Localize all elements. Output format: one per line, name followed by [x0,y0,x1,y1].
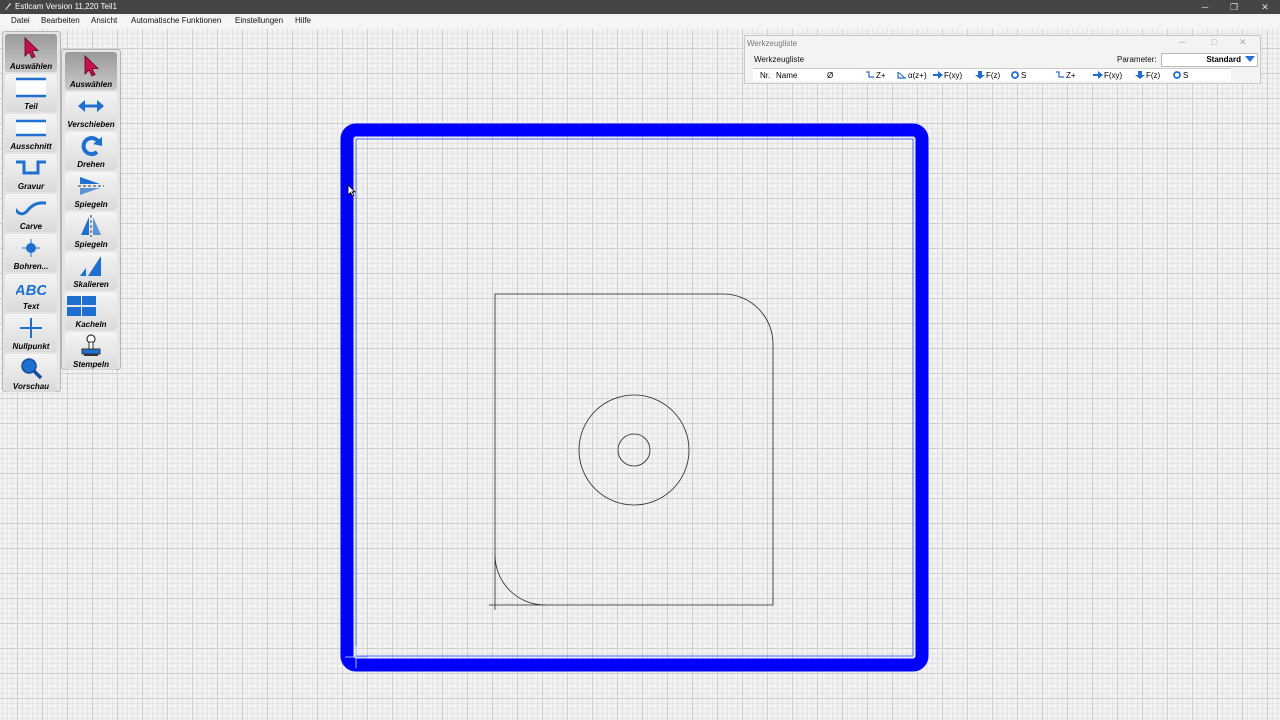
rotate-icon [1010,71,1020,79]
carve-icon [16,201,46,216]
inner-circle [617,433,651,467]
text-abc-icon: ABC [16,282,46,299]
edit-tool-spiegeln-horizontal[interactable]: Spiegeln [65,172,117,210]
arrow-right-icon [933,71,943,79]
column-speed[interactable]: S [1010,71,1026,80]
rotate-icon [1172,71,1182,79]
maximize-button[interactable]: ❐ [1219,0,1249,14]
column-z-plus[interactable]: Z+ [865,71,886,80]
tool-select[interactable]: Auswählen [5,34,57,72]
tool-teil[interactable]: Teil [5,74,57,112]
tool-bohren[interactable]: Bohren... [5,234,57,272]
part-contour [494,293,774,606]
origin-cross-icon [20,318,42,338]
tool-table-header: Nr. Name Ø Z+ α(z+) F(xy) F(z) S Z+ F(xy… [753,68,1231,81]
column-feed-z[interactable]: F(z) [975,71,1000,80]
menu-datei[interactable]: Datei [11,16,30,26]
arrow-down-icon [975,71,985,79]
menu-automatische-funktionen[interactable]: Automatische Funktionen [131,16,221,26]
mirror-vertical-icon [81,215,101,237]
column-diameter[interactable]: Ø [827,71,833,80]
outer-circle [578,394,690,506]
edit-tool-skalieren[interactable]: Skalieren [65,252,117,290]
toolpath-outline [340,123,929,672]
tiles-icon [67,296,96,316]
title-bar: Estlcam Version 11,220 Teil1 ─ ❐ ✕ [0,0,1280,14]
panel-maximize-button[interactable]: □ [1211,37,1216,47]
column-feed-z-2[interactable]: F(z) [1135,71,1160,80]
column-feed-xy[interactable]: F(xy) [933,71,962,80]
panel-title: Werkzeugliste [747,39,798,48]
column-z-plus-2[interactable]: Z+ [1055,71,1076,80]
pocket-icon [16,119,46,137]
parameter-value: Standard [1206,55,1241,64]
parameter-label: Parameter: [1117,55,1157,64]
panel-subtitle: Werkzeugliste [754,55,805,64]
menu-hilfe[interactable]: Hilfe [295,16,311,26]
tool-nullpunkt[interactable]: Nullpunkt [5,314,57,352]
step-down-icon [865,71,875,79]
pointer-arrow-icon [24,37,39,59]
rotate-icon [81,136,102,157]
part-outline-icon [16,77,46,98]
column-feed-xy-2[interactable]: F(xy) [1093,71,1122,80]
column-alpha-z[interactable]: α(z+) [897,71,927,80]
pointer-arrow-icon [84,55,99,77]
column-speed-2[interactable]: S [1172,71,1188,80]
edit-tool-spiegeln-vertical[interactable]: Spiegeln [65,212,117,250]
scale-icon [80,256,101,276]
minimize-button[interactable]: ─ [1190,0,1220,14]
svg-text:ABC: ABC [16,282,46,299]
column-name[interactable]: Name [776,71,797,80]
drawing-canvas[interactable] [0,29,1280,720]
edit-tool-verschieben[interactable]: Verschieben [65,92,117,130]
edit-tool-stempeln[interactable]: Stempeln [65,332,117,370]
tool-carve[interactable]: Carve [5,194,57,232]
panel-minimize-button[interactable]: ─ [1179,37,1185,47]
angle-icon [897,71,907,79]
edit-toolbar: Auswählen Verschieben Drehen Spiegeln Sp… [61,49,121,370]
edit-tool-kacheln[interactable]: Kacheln [65,292,117,330]
mouse-cursor-icon [347,184,356,197]
arrow-right-icon [1093,71,1103,79]
move-arrows-icon [78,100,104,112]
close-button[interactable]: ✕ [1250,0,1280,14]
tool-ausschnitt[interactable]: Ausschnitt [5,114,57,152]
menu-bar: Datei Bearbeiten Ansicht Automatische Fu… [0,14,1280,29]
app-icon [5,3,11,10]
edit-tool-drehen[interactable]: Drehen [65,132,117,170]
chevron-down-icon [1245,56,1255,62]
mirror-horizontal-icon [78,177,104,195]
stamp-icon [81,334,101,356]
column-nr[interactable]: Nr. [760,71,770,80]
menu-einstellungen[interactable]: Einstellungen [235,16,283,26]
edit-tool-select[interactable]: Auswählen [65,52,117,90]
menu-bearbeiten[interactable]: Bearbeiten [41,16,80,26]
panel-close-button[interactable]: ✕ [1239,37,1247,48]
tool-list-panel: Werkzeugliste ─ □ ✕ Werkzeugliste Parame… [744,35,1261,84]
magnifier-icon [21,358,43,380]
arrow-down-icon [1135,71,1145,79]
tool-text[interactable]: ABC Text [5,274,57,312]
parameter-select[interactable]: Standard [1161,53,1258,67]
menu-ansicht[interactable]: Ansicht [91,16,117,26]
tool-vorschau[interactable]: Vorschau [5,354,57,392]
window-title: Estlcam Version 11,220 Teil1 [15,2,117,11]
step-down-icon [1055,71,1065,79]
toolpath-inner-edge [355,138,914,657]
tool-gravur[interactable]: Gravur [5,154,57,192]
engrave-icon [16,160,46,175]
cad-drawing [340,123,929,672]
drill-icon [22,239,40,257]
left-toolbar: Auswählen Teil Ausschnitt Gravur Carve B… [2,31,61,392]
